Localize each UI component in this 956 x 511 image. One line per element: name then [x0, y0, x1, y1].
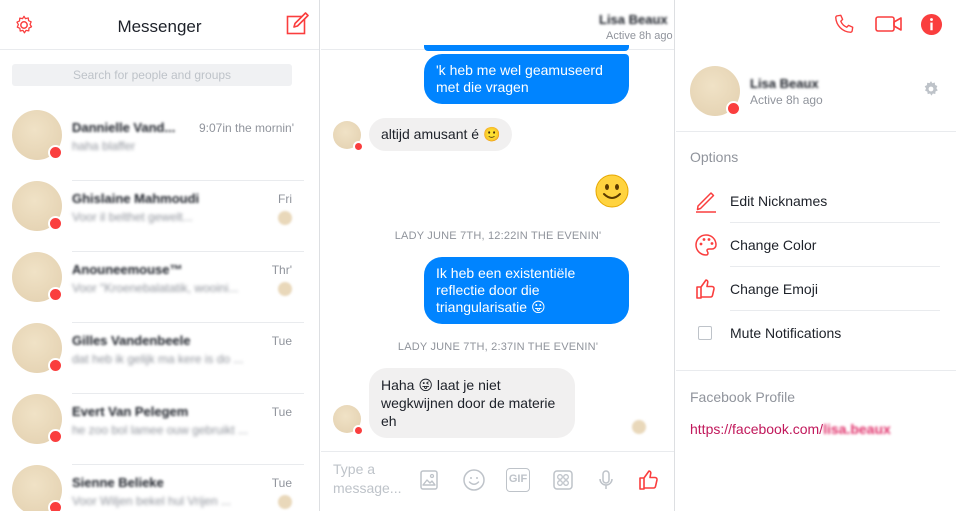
- sidebar-header: Messenger: [0, 0, 319, 50]
- emoji-icon[interactable]: [462, 468, 486, 492]
- messenger-badge: [48, 500, 63, 511]
- conversation-time: Fri: [278, 192, 292, 206]
- conversation-item[interactable]: Ghislaine Mahmoudi Fri Voor il belthet g…: [0, 181, 319, 252]
- messenger-badge: [48, 358, 63, 373]
- pencil-icon: [696, 192, 716, 213]
- message-bubble-sent[interactable]: 'k heb me wel geamuseerd met die vragen: [424, 54, 629, 104]
- conversation-name: Sienne Belieke: [72, 475, 164, 490]
- conversation-snippet: dat heb ik gelijk ma kere is do ...: [72, 352, 244, 366]
- conversation-snippet: he zoo bol lamee ouw gebruikt ...: [72, 423, 249, 437]
- compose-icon[interactable]: [285, 12, 309, 36]
- profile-link-user: lisa.beaux: [823, 421, 891, 437]
- smiley-sticker-icon[interactable]: [595, 174, 629, 208]
- conversation-snippet: Voor il belthet gewelt...: [72, 210, 193, 224]
- profile-link-prefix: https://facebook.com/: [690, 421, 824, 437]
- composer: Type a message... GIF: [321, 451, 674, 511]
- edit-nicknames-option[interactable]: Edit Nicknames: [690, 179, 940, 223]
- conversation-item[interactable]: Evert Van Pelegem Tue he zoo bol lamee o…: [0, 394, 319, 465]
- divider: [676, 370, 956, 371]
- conversation-item[interactable]: Gilles Vandenbeele Tue dat heb ik gelijk…: [0, 323, 319, 394]
- details-header: Lisa Beaux Active 8h ago: [676, 50, 956, 132]
- messenger-badge: [353, 425, 364, 436]
- conversation-time: Tue: [271, 334, 292, 348]
- contact-avatar: [333, 405, 364, 436]
- option-label: Edit Nicknames: [730, 193, 828, 209]
- conversation-time: Thr': [271, 263, 292, 277]
- facebook-profile-link[interactable]: https://facebook.com/lisa.beaux: [690, 421, 891, 437]
- details-panel: Lisa Beaux Active 8h ago Options Edit Ni…: [676, 0, 956, 511]
- timestamp: LADY JUNE 7TH, 12:22IN THE EVENIN': [394, 230, 602, 242]
- message-bubble-received[interactable]: Haha 😜 laat je niet wegkwijnen door de m…: [369, 368, 575, 438]
- details-name: Lisa Beaux: [750, 76, 819, 91]
- details-status: Active 8h ago: [750, 93, 823, 107]
- chat-panel: Lisa Beaux Active 8h ago 'k heb me wel g…: [321, 0, 675, 511]
- conversation-name: Gilles Vandenbeele: [72, 333, 191, 348]
- message-bubble-partial: [424, 45, 629, 51]
- option-label: Mute Notifications: [730, 325, 842, 341]
- options-title: Options: [690, 149, 739, 165]
- change-emoji-option[interactable]: Change Emoji: [690, 267, 940, 311]
- conversation-item[interactable]: Sienne Belieke Tue Voor Wiljen bekel hul…: [0, 465, 319, 511]
- mute-checkbox[interactable]: [698, 326, 712, 340]
- conversation-name: Evert Van Pelegem: [72, 404, 189, 419]
- message-input[interactable]: Type a message...: [333, 460, 413, 498]
- conversation-snippet: haha blaffer: [72, 139, 136, 153]
- contact-name[interactable]: Lisa Beaux: [599, 12, 668, 27]
- conversation-item[interactable]: Anouneemouse™ Thr' Voor "Kroenebalatatik…: [0, 252, 319, 323]
- option-label: Change Color: [730, 237, 817, 253]
- seen-avatar: [278, 211, 292, 225]
- gif-icon[interactable]: GIF: [506, 468, 530, 492]
- messenger-badge: [48, 287, 63, 302]
- microphone-icon[interactable]: [594, 468, 618, 492]
- facebook-profile-title: Facebook Profile: [690, 389, 796, 405]
- option-label: Change Emoji: [730, 281, 818, 297]
- seen-avatar: [278, 282, 292, 296]
- chat-header: Lisa Beaux Active 8h ago: [321, 0, 674, 50]
- message-bubble-received[interactable]: altijd amusant é 🙂: [369, 118, 513, 151]
- conversation-time: 9:07in the mornin': [198, 121, 294, 135]
- stickers-icon[interactable]: [551, 468, 575, 492]
- conversation-snippet: Voor "Kroenebalatatik, wooini...: [72, 281, 239, 295]
- conversation-time: Tue: [271, 405, 292, 419]
- seen-avatar: [278, 495, 292, 509]
- mute-notifications-option[interactable]: Mute Notifications: [690, 311, 940, 355]
- conversation-name: Dannielle Vand...: [72, 120, 176, 135]
- app-title: Messenger: [117, 17, 202, 36]
- thumbs-up-icon: [696, 279, 715, 299]
- palette-icon: [695, 234, 717, 256]
- conversation-name: Anouneemouse™: [72, 262, 183, 277]
- messenger-badge: [48, 429, 63, 444]
- conversation-name: Ghislaine Mahmoudi: [72, 191, 200, 206]
- message-bubble-sent[interactable]: Ik heb een existentiële reflectie door d…: [424, 257, 629, 324]
- messenger-badge: [48, 216, 63, 231]
- thumbs-up-icon[interactable]: [637, 468, 661, 492]
- conversation-time: Tue: [271, 476, 292, 490]
- search-input[interactable]: Search for people and groups: [12, 64, 292, 86]
- contact-avatar: [333, 121, 364, 152]
- messenger-badge: [726, 101, 741, 116]
- timestamp: LADY JUNE 7TH, 2:37IN THE EVENIN': [397, 341, 599, 353]
- conversation-sidebar: Messenger Search for people and groups D…: [0, 0, 320, 511]
- gear-icon[interactable]: [922, 80, 940, 98]
- messenger-badge: [48, 145, 63, 160]
- conversation-item[interactable]: Dannielle Vand... 9:07in the mornin' hah…: [0, 110, 319, 181]
- change-color-option[interactable]: Change Color: [690, 223, 940, 267]
- messenger-badge: [353, 141, 364, 152]
- image-sticker-icon[interactable]: [417, 468, 441, 492]
- conversation-snippet: Voor Wiljen bekel hul Vrijen ...: [72, 494, 231, 508]
- contact-status: Active 8h ago: [606, 30, 673, 42]
- seen-avatar: [632, 420, 646, 434]
